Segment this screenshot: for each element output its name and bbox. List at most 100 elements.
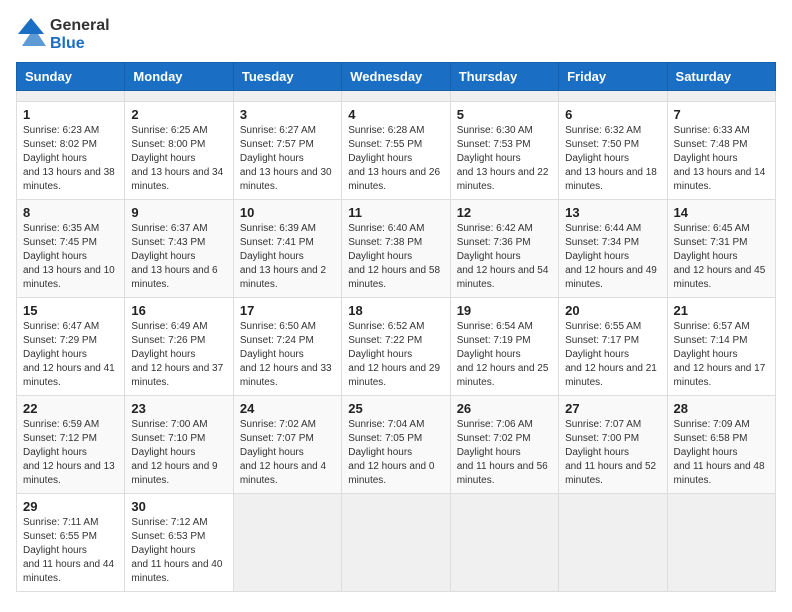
day-info: Sunrise: 6:54 AMSunset: 7:19 PMDaylight … [457, 320, 552, 390]
day-number: 24 [240, 401, 335, 416]
day-number: 30 [131, 499, 226, 514]
calendar-cell [233, 494, 341, 592]
day-number: 7 [674, 107, 769, 122]
day-number: 18 [348, 303, 443, 318]
calendar-cell: 16 Sunrise: 6:49 AMSunset: 7:26 PMDayligh… [125, 298, 233, 396]
calendar-cell: 5 Sunrise: 6:30 AMSunset: 7:53 PMDaylight… [450, 102, 558, 200]
calendar-cell [450, 494, 558, 592]
day-number: 1 [23, 107, 118, 122]
day-info: Sunrise: 6:27 AMSunset: 7:57 PMDaylight … [240, 124, 335, 194]
calendar-week-5: 29 Sunrise: 7:11 AMSunset: 6:55 PMDayligh… [17, 494, 776, 592]
day-number: 3 [240, 107, 335, 122]
calendar-cell: 25Sunrise: 7:04 AMSunset: 7:05 PMDayligh… [342, 396, 450, 494]
logo-line1: General [50, 17, 110, 35]
calendar-cell [17, 91, 125, 102]
day-number: 2 [131, 107, 226, 122]
day-number: 15 [23, 303, 118, 318]
calendar-cell [450, 91, 558, 102]
day-number: 29 [23, 499, 118, 514]
day-info: Sunrise: 6:39 AMSunset: 7:41 PMDaylight … [240, 222, 335, 292]
day-number: 21 [674, 303, 769, 318]
calendar-week-3: 15 Sunrise: 6:47 AMSunset: 7:29 PMDayligh… [17, 298, 776, 396]
calendar-cell: 15 Sunrise: 6:47 AMSunset: 7:29 PMDayligh… [17, 298, 125, 396]
day-number: 28 [674, 401, 769, 416]
day-info: Sunrise: 6:52 AMSunset: 7:22 PMDaylight … [348, 320, 443, 390]
day-number: 4 [348, 107, 443, 122]
day-number: 19 [457, 303, 552, 318]
calendar-week-0 [17, 91, 776, 102]
day-info: Sunrise: 7:11 AMSunset: 6:55 PMDaylight … [23, 516, 118, 586]
day-number: 13 [565, 205, 660, 220]
header-wednesday: Wednesday [342, 63, 450, 91]
day-number: 14 [674, 205, 769, 220]
calendar-table: SundayMondayTuesdayWednesdayThursdayFrid… [16, 62, 776, 592]
calendar-cell: 20Sunrise: 6:55 AMSunset: 7:17 PMDayligh… [559, 298, 667, 396]
calendar-cell: 19 Sunrise: 6:54 AMSunset: 7:19 PMDayligh… [450, 298, 558, 396]
header-saturday: Saturday [667, 63, 775, 91]
day-info: Sunrise: 6:42 AMSunset: 7:36 PMDaylight … [457, 222, 552, 292]
calendar-cell: 9Sunrise: 6:37 AMSunset: 7:43 PMDaylight… [125, 200, 233, 298]
day-info: Sunrise: 6:55 AMSunset: 7:17 PMDaylight … [565, 320, 660, 390]
day-info: Sunrise: 7:12 AMSunset: 6:53 PMDaylight … [131, 516, 226, 586]
calendar-cell [342, 494, 450, 592]
day-number: 11 [348, 205, 443, 220]
calendar-cell: 10 Sunrise: 6:39 AMSunset: 7:41 PMDayligh… [233, 200, 341, 298]
header-monday: Monday [125, 63, 233, 91]
header-thursday: Thursday [450, 63, 558, 91]
day-number: 17 [240, 303, 335, 318]
calendar-cell: 14 Sunrise: 6:45 AMSunset: 7:31 PMDayligh… [667, 200, 775, 298]
day-number: 5 [457, 107, 552, 122]
calendar-cell: 7 Sunrise: 6:33 AMSunset: 7:48 PMDaylight… [667, 102, 775, 200]
day-number: 26 [457, 401, 552, 416]
day-info: Sunrise: 6:23 AMSunset: 8:02 PMDaylight … [23, 124, 118, 194]
calendar-cell: 30 Sunrise: 7:12 AMSunset: 6:53 PMDayligh… [125, 494, 233, 592]
calendar-cell [342, 91, 450, 102]
day-info: Sunrise: 6:25 AMSunset: 8:00 PMDaylight … [131, 124, 226, 194]
day-info: Sunrise: 6:49 AMSunset: 7:26 PMDaylight … [131, 320, 226, 390]
day-info: Sunrise: 7:06 AMSunset: 7:02 PMDaylight … [457, 418, 552, 488]
calendar-cell [125, 91, 233, 102]
calendar-header-row: SundayMondayTuesdayWednesdayThursdayFrid… [17, 63, 776, 91]
day-info: Sunrise: 6:57 AMSunset: 7:14 PMDaylight … [674, 320, 769, 390]
calendar-week-1: 1 Sunrise: 6:23 AMSunset: 8:02 PMDaylight… [17, 102, 776, 200]
calendar-cell: 11 Sunrise: 6:40 AMSunset: 7:38 PMDayligh… [342, 200, 450, 298]
calendar-cell: 1 Sunrise: 6:23 AMSunset: 8:02 PMDaylight… [17, 102, 125, 200]
day-number: 9 [131, 205, 226, 220]
day-info: Sunrise: 6:45 AMSunset: 7:31 PMDaylight … [674, 222, 769, 292]
day-number: 23 [131, 401, 226, 416]
logo-bird-icon [16, 16, 46, 54]
calendar-cell: 27Sunrise: 7:07 AMSunset: 7:00 PMDayligh… [559, 396, 667, 494]
calendar-week-4: 22Sunrise: 6:59 AMSunset: 7:12 PMDayligh… [17, 396, 776, 494]
day-info: Sunrise: 6:28 AMSunset: 7:55 PMDaylight … [348, 124, 443, 194]
day-info: Sunrise: 6:40 AMSunset: 7:38 PMDaylight … [348, 222, 443, 292]
day-number: 10 [240, 205, 335, 220]
day-info: Sunrise: 6:47 AMSunset: 7:29 PMDaylight … [23, 320, 118, 390]
calendar-cell: 8 Sunrise: 6:35 AMSunset: 7:45 PMDaylight… [17, 200, 125, 298]
calendar-cell: 3 Sunrise: 6:27 AMSunset: 7:57 PMDaylight… [233, 102, 341, 200]
day-number: 22 [23, 401, 118, 416]
calendar-cell: 23Sunrise: 7:00 AMSunset: 7:10 PMDayligh… [125, 396, 233, 494]
day-info: Sunrise: 6:35 AMSunset: 7:45 PMDaylight … [23, 222, 118, 292]
day-number: 12 [457, 205, 552, 220]
calendar-cell: 26 Sunrise: 7:06 AMSunset: 7:02 PMDayligh… [450, 396, 558, 494]
day-info: Sunrise: 6:50 AMSunset: 7:24 PMDaylight … [240, 320, 335, 390]
day-number: 16 [131, 303, 226, 318]
calendar-cell: 6Sunrise: 6:32 AMSunset: 7:50 PMDaylight… [559, 102, 667, 200]
calendar-cell: 22Sunrise: 6:59 AMSunset: 7:12 PMDayligh… [17, 396, 125, 494]
day-number: 8 [23, 205, 118, 220]
logo: General Blue [16, 16, 110, 54]
day-info: Sunrise: 7:04 AMSunset: 7:05 PMDaylight … [348, 418, 443, 488]
calendar-cell [667, 91, 775, 102]
calendar-cell: 17 Sunrise: 6:50 AMSunset: 7:24 PMDayligh… [233, 298, 341, 396]
calendar-cell [667, 494, 775, 592]
calendar-cell: 13 Sunrise: 6:44 AMSunset: 7:34 PMDayligh… [559, 200, 667, 298]
day-info: Sunrise: 6:33 AMSunset: 7:48 PMDaylight … [674, 124, 769, 194]
day-info: Sunrise: 6:44 AMSunset: 7:34 PMDaylight … [565, 222, 660, 292]
calendar-cell [233, 91, 341, 102]
calendar-cell: 4 Sunrise: 6:28 AMSunset: 7:55 PMDaylight… [342, 102, 450, 200]
calendar-cell: 12 Sunrise: 6:42 AMSunset: 7:36 PMDayligh… [450, 200, 558, 298]
calendar-cell [559, 494, 667, 592]
day-info: Sunrise: 7:02 AMSunset: 7:07 PMDaylight … [240, 418, 335, 488]
day-info: Sunrise: 6:30 AMSunset: 7:53 PMDaylight … [457, 124, 552, 194]
calendar-cell: 2 Sunrise: 6:25 AMSunset: 8:00 PMDaylight… [125, 102, 233, 200]
